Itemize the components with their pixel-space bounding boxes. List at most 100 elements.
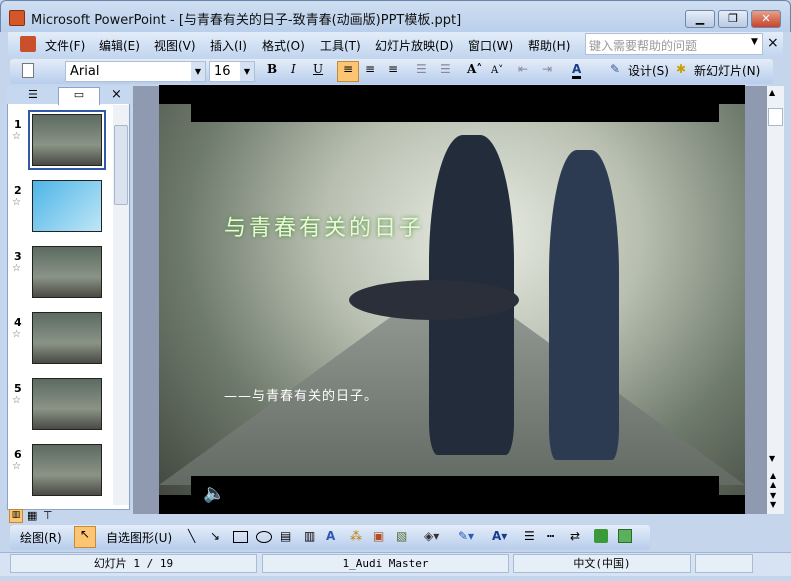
slide-canvas[interactable]: 与青春有关的日子 ——与青春有关的日子。 🔈 xyxy=(159,85,745,514)
status-slide-count: 幻灯片 1 / 19 xyxy=(10,554,257,573)
slide-sorter-button[interactable]: ▦ xyxy=(27,509,37,522)
slide-thumbnail-3[interactable] xyxy=(32,246,102,298)
menu-help[interactable]: 帮助(H) xyxy=(528,37,570,54)
slideshow-button[interactable]: ⊤ xyxy=(43,509,53,522)
slide-number: 1 xyxy=(14,118,22,131)
diagram-icon[interactable]: ⁂ xyxy=(350,529,362,543)
italic-button[interactable]: I xyxy=(291,62,296,76)
slide-scrollbar[interactable]: ▲ ▼ ▲ ▲ ▼ ▼ xyxy=(767,86,784,514)
wordart-icon[interactable]: A xyxy=(326,529,335,543)
3d-icon[interactable] xyxy=(618,529,632,543)
clipart-icon[interactable]: ▣ xyxy=(373,529,384,543)
slide-number: 2 xyxy=(14,184,22,197)
help-close-button[interactable]: × xyxy=(767,35,779,51)
align-right-button[interactable]: ≡ xyxy=(388,62,398,76)
slide-number: 6 xyxy=(14,448,22,461)
slide-subtitle[interactable]: ——与青春有关的日子。 xyxy=(224,385,378,404)
numbering-icon[interactable]: ☰ xyxy=(416,62,427,76)
font-size-select[interactable]: 16 ▼ xyxy=(209,61,255,82)
select-pointer-button[interactable]: ↖ xyxy=(74,526,96,548)
help-search-input[interactable]: 键入需要帮助的问题 xyxy=(585,33,763,55)
animation-star-icon: ☆ xyxy=(12,461,21,472)
status-design-template: 1_Audi Master xyxy=(262,554,509,573)
menu-format[interactable]: 格式(O) xyxy=(262,37,305,54)
bottom-black-bar xyxy=(159,495,745,514)
design-icon: ✎ xyxy=(610,62,621,76)
previous-slide-icon[interactable]: ▲ ▲ xyxy=(770,471,776,489)
animation-star-icon: ☆ xyxy=(12,197,21,208)
line-icon[interactable]: ╲ xyxy=(188,529,195,543)
next-slide-icon[interactable]: ▼ ▼ xyxy=(770,491,776,509)
normal-view-button[interactable]: ▥ xyxy=(9,509,23,523)
design-button[interactable]: 设计(S) xyxy=(628,62,669,79)
underline-button[interactable]: U xyxy=(313,62,323,76)
shrink-font-button[interactable]: A˅ xyxy=(491,65,503,76)
outline-tab[interactable]: ☰ xyxy=(28,88,38,101)
arrow-style-icon[interactable]: ⇄ xyxy=(570,529,580,543)
slide-thumbnail-4[interactable] xyxy=(32,312,102,364)
scroll-up-icon[interactable]: ▲ xyxy=(769,88,775,97)
status-language: 中文(中国) xyxy=(513,554,691,573)
bold-button[interactable]: B xyxy=(267,62,277,76)
chevron-down-icon: ▼ xyxy=(191,62,205,81)
slide-thumbnail-1[interactable] xyxy=(28,110,106,170)
scroll-down-icon[interactable]: ▼ xyxy=(769,454,775,463)
animation-star-icon: ☆ xyxy=(12,263,21,274)
menu-tools[interactable]: 工具(T) xyxy=(320,37,361,54)
align-left-button[interactable]: ≡ xyxy=(337,61,359,82)
picture-icon[interactable]: ▧ xyxy=(396,529,407,543)
photo-person-girl xyxy=(549,150,619,460)
status-empty xyxy=(695,554,753,573)
animation-star-icon: ☆ xyxy=(12,329,21,340)
arrow-icon[interactable]: ↘ xyxy=(210,529,220,543)
slide-thumbnail-6[interactable] xyxy=(32,444,102,496)
font-select[interactable]: Arial ▼ xyxy=(65,61,206,82)
menu-file[interactable]: 文件(F) xyxy=(45,37,85,54)
rectangle-icon[interactable] xyxy=(233,531,248,543)
bullets-icon[interactable]: ☰ xyxy=(440,62,451,76)
dash-style-icon[interactable]: ┅ xyxy=(547,529,554,543)
document-icon xyxy=(20,36,36,52)
new-slide-icon: ✱ xyxy=(676,62,687,76)
menu-slideshow[interactable]: 幻灯片放映(D) xyxy=(375,37,454,54)
line-style-icon[interactable]: ☰ xyxy=(524,529,535,543)
slide-title[interactable]: 与青春有关的日子 xyxy=(224,210,424,242)
animation-star-icon: ☆ xyxy=(12,395,21,406)
slide-number: 4 xyxy=(14,316,22,329)
animation-star-icon: ☆ xyxy=(12,131,21,142)
increase-indent-icon[interactable]: ⇥ xyxy=(542,62,552,76)
draw-menu-button[interactable]: 绘图(R) xyxy=(20,529,62,546)
sound-icon[interactable]: 🔈 xyxy=(203,483,225,504)
help-dropdown-icon[interactable]: ▼ xyxy=(751,37,758,47)
autoshapes-button[interactable]: 自选图形(U) xyxy=(106,529,172,546)
decrease-indent-icon[interactable]: ⇤ xyxy=(518,62,528,76)
menu-insert[interactable]: 插入(I) xyxy=(210,37,247,54)
slide-thumbnail-5[interactable] xyxy=(32,378,102,430)
font-color-icon[interactable]: A▾ xyxy=(492,529,507,543)
vertical-textbox-icon[interactable]: ▥ xyxy=(304,529,315,543)
line-color-icon[interactable]: ✎▾ xyxy=(458,529,474,543)
window-title: Microsoft PowerPoint - [与青春有关的日子-致青春(动画版… xyxy=(31,13,462,28)
font-color-button[interactable]: A xyxy=(572,62,582,79)
slides-tab[interactable]: ▭ xyxy=(58,87,100,105)
minimize-button[interactable]: ▁ xyxy=(685,10,715,28)
scroll-thumb[interactable] xyxy=(768,108,783,126)
menu-edit[interactable]: 编辑(E) xyxy=(99,37,140,54)
pane-close-button[interactable]: × xyxy=(111,87,122,102)
oval-icon[interactable] xyxy=(256,531,272,543)
fill-color-icon[interactable]: ◈▾ xyxy=(424,529,439,543)
grow-font-button[interactable]: A˄ xyxy=(467,62,482,76)
shadow-icon[interactable] xyxy=(594,529,608,543)
close-button[interactable]: ✕ xyxy=(751,10,781,28)
new-slide-button[interactable]: 新幻灯片(N) xyxy=(694,62,760,79)
menu-view[interactable]: 视图(V) xyxy=(154,37,196,54)
slide-thumbnail-2[interactable] xyxy=(32,180,102,232)
pane-scrollbar[interactable] xyxy=(113,105,129,505)
new-file-icon[interactable] xyxy=(22,63,34,78)
restore-button[interactable]: ❐ xyxy=(718,10,748,28)
chevron-down-icon: ▼ xyxy=(240,62,254,81)
align-center-button[interactable]: ≡ xyxy=(365,62,375,76)
powerpoint-icon xyxy=(9,10,25,26)
menu-window[interactable]: 窗口(W) xyxy=(468,37,513,54)
textbox-icon[interactable]: ▤ xyxy=(280,529,291,543)
